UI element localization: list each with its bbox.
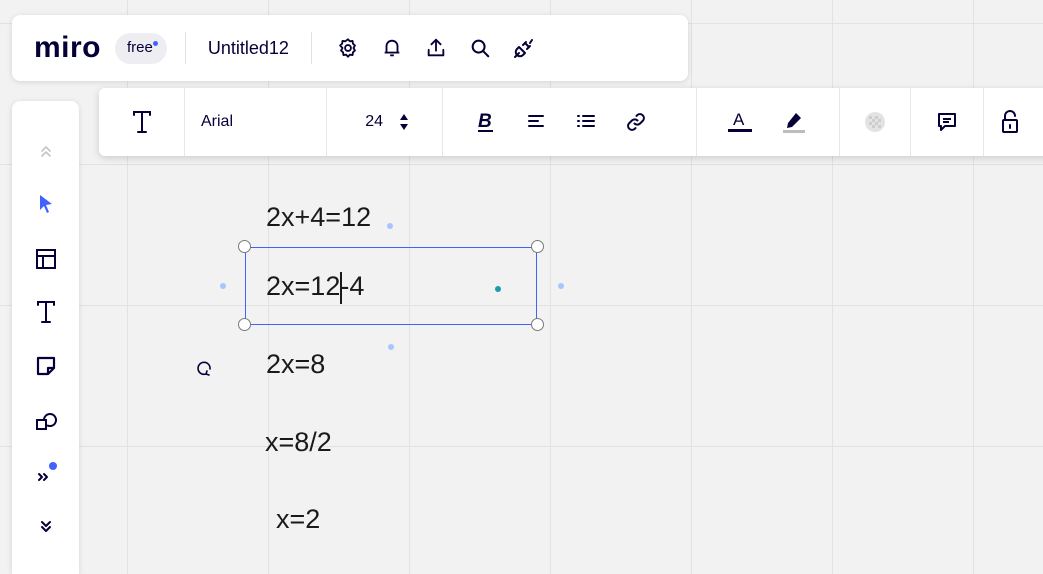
left-toolbar bbox=[12, 101, 79, 574]
shapes-icon[interactable] bbox=[29, 403, 63, 437]
align-left-icon[interactable] bbox=[521, 88, 551, 156]
center-dot bbox=[495, 286, 501, 292]
font-family-value: Arial bbox=[201, 113, 234, 130]
bullet-list-icon[interactable] bbox=[571, 88, 601, 156]
bold-icon[interactable]: B bbox=[471, 88, 501, 156]
more-tools-icon[interactable] bbox=[29, 457, 63, 491]
plan-badge-dot bbox=[152, 40, 158, 46]
font-size-stepper[interactable]: 24 bbox=[327, 88, 427, 156]
topbar-divider bbox=[184, 32, 186, 64]
top-bar: miro free Untitled12 bbox=[12, 15, 688, 81]
highlight-color-icon[interactable] bbox=[776, 88, 812, 156]
plug-icon[interactable] bbox=[504, 28, 544, 68]
connector-dot-left[interactable] bbox=[220, 283, 226, 289]
font-family-select[interactable]: Arial bbox=[185, 88, 326, 156]
search-icon[interactable] bbox=[460, 28, 500, 68]
templates-icon[interactable] bbox=[29, 242, 63, 276]
text-type-icon[interactable] bbox=[99, 88, 184, 156]
text-format-toolbar: Arial 24 B A bbox=[99, 88, 1043, 156]
settings-icon[interactable] bbox=[328, 28, 368, 68]
svg-text:B: B bbox=[478, 111, 492, 132]
connector-dot-top[interactable] bbox=[387, 223, 393, 229]
lock-icon[interactable] bbox=[984, 88, 1036, 156]
expand-down-icon[interactable] bbox=[29, 510, 63, 544]
toolbar-divider bbox=[696, 88, 697, 156]
comment-icon[interactable] bbox=[911, 88, 983, 156]
font-size-value: 24 bbox=[365, 113, 383, 130]
resize-handle-bottom-left[interactable] bbox=[238, 318, 251, 331]
text-after-caret: 2-4 bbox=[325, 271, 365, 301]
equation-text-line-5[interactable]: x=2 bbox=[276, 504, 320, 535]
resize-handle-bottom-right[interactable] bbox=[531, 318, 544, 331]
stepper-arrows-icon[interactable] bbox=[399, 111, 409, 133]
resize-handle-top-right[interactable] bbox=[531, 240, 544, 253]
equation-text-line-3[interactable]: 2x=8 bbox=[266, 349, 325, 380]
topbar-divider bbox=[310, 32, 312, 64]
text-tool-icon[interactable] bbox=[29, 295, 63, 329]
text-caret bbox=[340, 272, 342, 304]
equation-text-line-2[interactable]: 2x=12-4 bbox=[266, 271, 364, 302]
connector-dot-bottom[interactable] bbox=[388, 344, 394, 350]
svg-text:A: A bbox=[733, 110, 745, 129]
plan-badge[interactable]: free bbox=[115, 32, 167, 64]
resize-handle-top-left[interactable] bbox=[238, 240, 251, 253]
rotate-icon[interactable] bbox=[194, 358, 214, 378]
upload-icon[interactable] bbox=[416, 28, 456, 68]
equation-text-line-4[interactable]: x=8/2 bbox=[265, 427, 332, 458]
collapse-up-icon[interactable] bbox=[29, 134, 63, 168]
bell-icon[interactable] bbox=[372, 28, 412, 68]
text-before-caret: 2x=1 bbox=[266, 271, 326, 301]
link-icon[interactable] bbox=[621, 88, 651, 156]
topbar-icons bbox=[328, 28, 548, 68]
sticky-note-icon[interactable] bbox=[29, 349, 63, 383]
connector-dot-right[interactable] bbox=[558, 283, 564, 289]
toolbar-divider bbox=[442, 88, 443, 156]
text-color-icon[interactable]: A bbox=[722, 88, 758, 156]
board-title[interactable]: Untitled12 bbox=[208, 38, 289, 59]
plan-badge-label: free bbox=[127, 38, 153, 56]
select-cursor-icon[interactable] bbox=[29, 187, 63, 221]
equation-text-line-1[interactable]: 2x+4=12 bbox=[266, 202, 371, 233]
fill-color-icon[interactable] bbox=[840, 88, 910, 156]
miro-logo[interactable]: miro bbox=[34, 31, 101, 65]
